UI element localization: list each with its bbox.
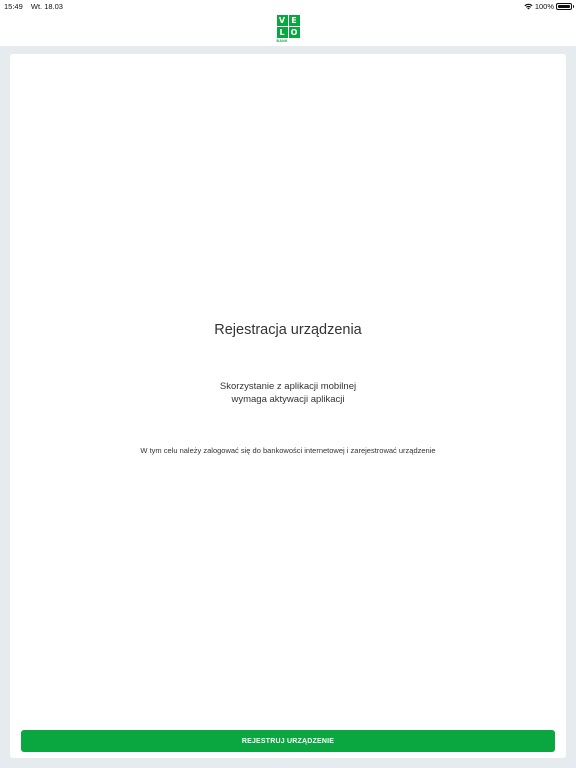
velo-bank-logo: V E L O BANK <box>276 15 300 43</box>
status-bar: 15:49 Wt. 18.03 100% <box>0 0 576 12</box>
subtitle-line-1: Skorzystanie z aplikacji mobilnej <box>219 381 357 392</box>
logo-letter-e: E <box>288 15 300 26</box>
logo-letter-l: L <box>276 27 288 38</box>
app-header: V E L O BANK <box>0 12 576 46</box>
wifi-icon <box>524 3 533 10</box>
page-title: Rejestracja urządzenia <box>214 322 362 338</box>
logo-letter-v: V <box>276 15 288 26</box>
register-device-button[interactable]: REJESTRUJ URZĄDZENIE <box>21 730 555 752</box>
logo-letter-o: O <box>288 27 300 38</box>
logo-grid: V E L O <box>276 15 300 38</box>
battery-icon <box>556 2 574 10</box>
status-left: 15:49 Wt. 18.03 <box>4 2 69 11</box>
status-date: Wt. 18.03 <box>30 1 63 11</box>
battery-percent: 100% <box>534 1 554 11</box>
subtitle: Skorzystanie z aplikacji mobilnej wymaga… <box>10 380 566 406</box>
registration-card: Rejestracja urządzenia Skorzystanie z ap… <box>10 54 566 758</box>
logo-subtext: BANK <box>276 39 288 43</box>
status-right: 100% <box>524 1 574 11</box>
battery-fill <box>558 4 570 8</box>
subtitle-line-2: wymaga aktywacji aplikacji <box>231 394 345 405</box>
info-text: W tym celu należy zalogować się do banko… <box>140 446 436 455</box>
status-time: 15:49 <box>4 1 23 11</box>
